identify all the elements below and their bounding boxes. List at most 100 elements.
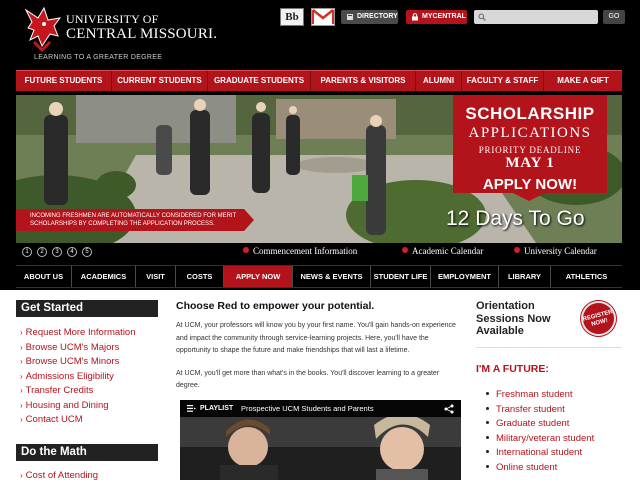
sidebar-link-housing[interactable]: › Housing and Dining — [20, 399, 136, 414]
future-link-transfer[interactable]: Transfer student — [486, 403, 594, 418]
blackboard-button[interactable]: Bb — [280, 8, 304, 26]
slide-dot-1[interactable]: 1 — [22, 247, 32, 257]
bullet-icon — [486, 450, 489, 454]
nav-current-students[interactable]: CURRENT STUDENTS — [112, 71, 208, 91]
slide-dot-3[interactable]: 3 — [52, 247, 62, 257]
hero-slideshow[interactable]: SCHOLARSHIP APPLICATIONS PRIORITY DEADLI… — [16, 95, 622, 243]
intro-paragraph-1: At UCM, your professors will know you by… — [176, 322, 456, 354]
sidebar-link-majors[interactable]: › Browse UCM's Majors — [20, 341, 136, 356]
right-column: Orientation Sessions Now Available REGIS… — [476, 290, 622, 480]
search-box — [474, 10, 598, 24]
slide-dot-2[interactable]: 2 — [37, 247, 47, 257]
do-the-math-list: › Cost of Attending — [20, 469, 98, 480]
gmail-button[interactable] — [311, 8, 335, 26]
nav-make-a-gift[interactable]: MAKE A GIFT — [544, 71, 622, 91]
nav-visit[interactable]: VISIT — [136, 266, 176, 287]
main-heading: Choose Red to empower your potential. — [176, 300, 375, 312]
nav-news-events[interactable]: NEWS & EVENTS — [293, 266, 371, 287]
merit-scholarship-banner: INCOMING FRESHMEN ARE AUTOMATICALLY CONS… — [16, 209, 254, 231]
sidebar-link-transfer-credits[interactable]: › Transfer Credits — [20, 384, 136, 399]
video-titlebar: PLAYLIST Prospective UCM Students and Pa… — [180, 400, 461, 417]
quick-link-university-calendar[interactable]: University Calendar — [514, 246, 597, 256]
directory-label: DIRECTORY — [357, 13, 398, 20]
share-icon[interactable] — [444, 404, 454, 414]
link-label: Browse UCM's Minors — [25, 356, 120, 367]
sidebar-link-cost[interactable]: › Cost of Attending — [20, 469, 98, 480]
register-now-badge[interactable]: REGISTER NOW! — [577, 297, 620, 340]
promo-line2: APPLICATIONS — [468, 125, 592, 141]
nav-academics[interactable]: ACADEMICS — [72, 266, 136, 287]
red-bullet-icon — [402, 247, 408, 253]
nav-future-students[interactable]: FUTURE STUDENTS — [16, 71, 112, 91]
future-link-international[interactable]: International student — [486, 446, 594, 461]
chevron-right-icon: › — [20, 328, 23, 337]
nav-parents-visitors[interactable]: PARENTS & VISITORS — [311, 71, 416, 91]
video-title[interactable]: Prospective UCM Students and Parents — [241, 400, 374, 417]
orientation-title[interactable]: Orientation Sessions Now Available — [476, 300, 576, 338]
link-label: Freshman student — [496, 389, 573, 400]
gmail-icon — [312, 9, 334, 24]
promo-apply-now[interactable]: APPLY NOW! — [453, 176, 607, 193]
lock-icon — [412, 13, 418, 21]
link-label: Cost of Attending — [25, 470, 99, 480]
logo-text-line1: UNIVERSITY OF — [66, 12, 159, 26]
link-label: Graduate student — [496, 418, 570, 430]
nav-faculty-staff[interactable]: FACULTY & STAFF — [462, 71, 544, 91]
bullet-icon — [486, 392, 489, 395]
future-link-online[interactable]: Online student — [486, 461, 594, 476]
chevron-right-icon: › — [20, 371, 23, 381]
nav-employment[interactable]: EMPLOYMENT — [431, 266, 499, 287]
sidebar-link-minors[interactable]: › Browse UCM's Minors — [20, 355, 136, 370]
search-go-button[interactable]: GO — [603, 10, 625, 24]
audience-nav: FUTURE STUDENTS CURRENT STUDENTS GRADUAT… — [16, 70, 622, 91]
page-content: Get Started › Request More Information › B… — [0, 290, 640, 480]
main-nav: ABOUT US ACADEMICS VISIT COSTS APPLY NOW… — [16, 265, 622, 288]
link-label: Request More Information — [25, 327, 136, 338]
quick-link-label: University Calendar — [524, 246, 597, 256]
ucm-logo[interactable]: UNIVERSITY OF CENTRAL MISSOURI. LEARNING… — [20, 6, 217, 64]
bullet-icon — [486, 435, 489, 439]
red-bullet-icon — [514, 247, 520, 253]
mycentral-button[interactable]: MYCENTRAL — [406, 10, 467, 24]
sidebar-link-request-info[interactable]: › Request More Information — [20, 326, 136, 341]
nav-apply-now[interactable]: APPLY NOW — [224, 266, 293, 287]
future-link-graduate[interactable]: Graduate student — [486, 417, 594, 432]
main-column: Choose Red to empower your potential. At… — [176, 300, 464, 403]
link-label: Housing and Dining — [25, 399, 109, 411]
nav-library[interactable]: LIBRARY — [499, 266, 551, 287]
quick-link-label: Academic Calendar — [412, 246, 484, 256]
future-link-military[interactable]: Military/veteran student — [486, 432, 594, 447]
nav-graduate-students[interactable]: GRADUATE STUDENTS — [208, 71, 311, 91]
quick-link-commencement[interactable]: Commencement Information — [243, 246, 357, 256]
quick-link-academic-calendar[interactable]: Academic Calendar — [402, 246, 483, 256]
youtube-video[interactable]: PLAYLIST Prospective UCM Students and Pa… — [180, 400, 461, 480]
promo-line1: SCHOLARSHIP — [465, 104, 595, 123]
bullet-icon — [486, 406, 489, 410]
logo-tagline: LEARNING TO A GREATER DEGREE — [34, 54, 163, 61]
banner-text: INCOMING FRESHMEN ARE AUTOMATICALLY CONS… — [30, 213, 237, 227]
book-icon — [347, 14, 353, 20]
sidebar-link-eligibility[interactable]: › Admissions Eligibility — [20, 370, 136, 385]
search-input[interactable] — [488, 10, 596, 24]
link-label: Browse UCM's Majors — [25, 341, 120, 353]
future-link-freshman[interactable]: Freshman student — [486, 388, 594, 403]
slide-dot-5[interactable]: 5 — [82, 247, 92, 257]
scholarship-promo[interactable]: SCHOLARSHIP APPLICATIONS PRIORITY DEADLI… — [453, 95, 607, 201]
link-label: Admissions Eligibility — [25, 370, 114, 382]
chevron-right-icon: › — [20, 471, 23, 480]
chevron-right-icon: › — [20, 386, 23, 395]
deadline-countdown: 12 Days To Go — [446, 207, 585, 230]
divider — [476, 347, 622, 348]
playlist-label[interactable]: PLAYLIST — [200, 400, 233, 417]
sidebar-link-contact[interactable]: › Contact UCM — [20, 413, 136, 428]
intro-paragraph-2: At UCM, you'll get more than what's in t… — [176, 369, 440, 390]
playlist-icon — [187, 405, 196, 412]
nav-athletics[interactable]: ATHLETICS — [551, 266, 622, 287]
nav-student-life[interactable]: STUDENT LIFE — [371, 266, 431, 287]
promo-notch — [513, 193, 545, 201]
nav-costs[interactable]: COSTS — [176, 266, 224, 287]
directory-button[interactable]: DIRECTORY — [341, 10, 398, 24]
slide-dot-4[interactable]: 4 — [67, 247, 77, 257]
nav-alumni[interactable]: ALUMNI — [416, 71, 462, 91]
nav-about-us[interactable]: ABOUT US — [16, 266, 72, 287]
